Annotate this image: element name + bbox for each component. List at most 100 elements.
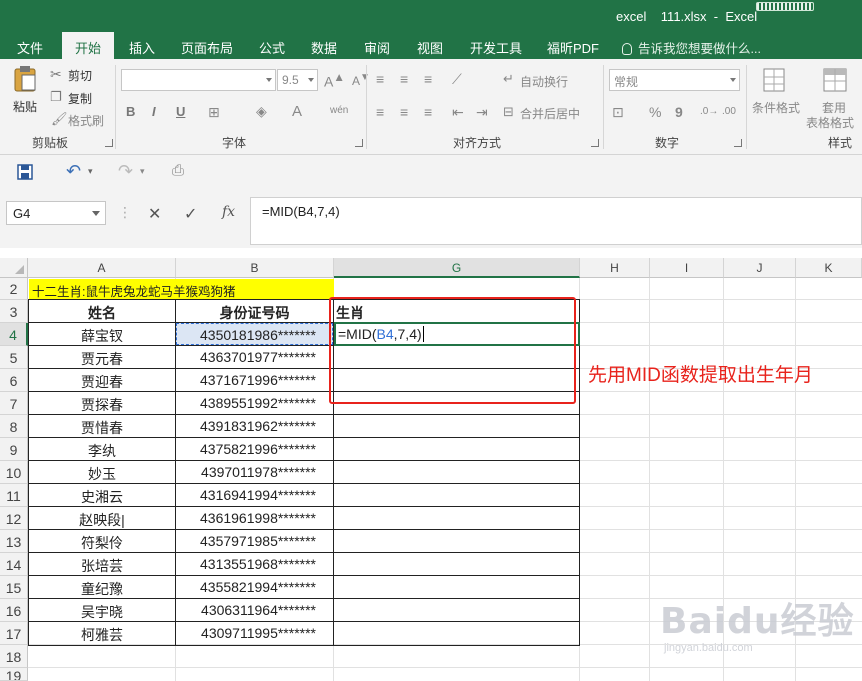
id-cell[interactable]: 4371671996******* xyxy=(176,369,333,391)
increase-decimal-icon[interactable]: .0→ xyxy=(700,106,718,117)
header-name[interactable]: 姓名 xyxy=(29,300,175,322)
undo-icon[interactable]: ↶ xyxy=(66,161,81,182)
row-header[interactable]: 13 xyxy=(0,530,28,553)
select-all-button[interactable] xyxy=(0,258,28,278)
column-header-h[interactable]: H xyxy=(580,258,650,278)
decrease-decimal-icon[interactable]: .00 xyxy=(722,106,736,117)
formula-input[interactable]: =MID(B4,7,4) xyxy=(250,197,862,245)
id-cell[interactable]: 4306311964******* xyxy=(176,599,333,621)
row-header[interactable]: 5 xyxy=(0,346,28,369)
row-header[interactable]: 4 xyxy=(0,323,28,346)
id-cell[interactable]: 4313551968******* xyxy=(176,553,333,575)
name-cell[interactable]: 吴宇晓 xyxy=(29,599,175,621)
fill-color-icon[interactable]: ◈ xyxy=(256,103,267,120)
align-left-icon[interactable]: ≡ xyxy=(376,104,384,120)
name-cell[interactable]: 贾迎春 xyxy=(29,369,175,391)
align-middle-icon[interactable]: ≡ xyxy=(400,71,408,87)
percent-button[interactable]: % xyxy=(649,104,661,120)
tell-me-box[interactable]: 告诉我您想要做什么... xyxy=(622,38,761,57)
tab-insert[interactable]: 插入 xyxy=(129,38,155,57)
alignment-launcher-icon[interactable] xyxy=(591,139,599,147)
name-cell[interactable]: 薛宝钗 xyxy=(29,323,175,345)
bold-button[interactable]: B xyxy=(126,104,135,119)
column-header-i[interactable]: I xyxy=(650,258,724,278)
row-header[interactable]: 17 xyxy=(0,622,28,645)
redo-icon[interactable]: ↷ xyxy=(118,161,133,182)
row-header[interactable]: 6 xyxy=(0,369,28,392)
number-launcher-icon[interactable] xyxy=(734,139,742,147)
grow-font-icon[interactable]: A▲ xyxy=(324,71,345,90)
font-launcher-icon[interactable] xyxy=(355,139,363,147)
id-cell-referenced[interactable]: 4350181986******* xyxy=(176,323,333,345)
name-cell[interactable]: 赵映段| xyxy=(29,507,175,529)
row-header[interactable]: 11 xyxy=(0,484,28,507)
tab-page-layout[interactable]: 页面布局 xyxy=(181,38,233,57)
id-cell[interactable]: 4375821996******* xyxy=(176,438,333,460)
save-icon[interactable] xyxy=(17,164,33,180)
column-header-a[interactable]: A xyxy=(28,258,176,278)
row-header[interactable]: 7 xyxy=(0,392,28,415)
enter-icon[interactable]: ✓ xyxy=(184,204,197,224)
column-header-k[interactable]: K xyxy=(796,258,862,278)
name-box[interactable]: G4 xyxy=(6,201,106,225)
insert-function-icon[interactable]: fx xyxy=(222,204,235,220)
phonetic-guide-icon[interactable]: wén xyxy=(330,105,348,116)
font-size-combo[interactable]: 9.5 xyxy=(277,69,318,91)
orientation-icon[interactable]: ⟋ xyxy=(452,71,462,88)
id-cell[interactable]: 4309711995******* xyxy=(176,622,333,644)
tab-review[interactable]: 审阅 xyxy=(364,38,390,57)
row-header[interactable]: 14 xyxy=(0,553,28,576)
currency-icon[interactable]: ⊡ xyxy=(612,104,624,121)
row-header[interactable]: 2 xyxy=(0,278,28,300)
row-header[interactable]: 12 xyxy=(0,507,28,530)
tab-formulas[interactable]: 公式 xyxy=(259,38,285,57)
cancel-icon[interactable]: ✕ xyxy=(148,204,161,224)
align-bottom-icon[interactable]: ≡ xyxy=(424,71,432,87)
name-cell[interactable]: 符梨伶 xyxy=(29,530,175,552)
id-cell[interactable]: 4391831962******* xyxy=(176,415,333,437)
id-cell[interactable]: 4389551992******* xyxy=(176,392,333,414)
name-cell[interactable]: 贾元春 xyxy=(29,346,175,368)
row-header[interactable]: 10 xyxy=(0,461,28,484)
name-cell[interactable]: 史湘云 xyxy=(29,484,175,506)
tab-file[interactable]: 文件 xyxy=(17,38,43,57)
zodiac-banner-cell[interactable]: 十二生肖:鼠牛虎兔龙蛇马羊猴鸡狗猪 xyxy=(29,279,334,299)
row-header[interactable]: 19 xyxy=(0,668,28,681)
clipboard-launcher-icon[interactable] xyxy=(105,139,113,147)
row-header[interactable]: 9 xyxy=(0,438,28,461)
font-name-combo[interactable] xyxy=(121,69,276,91)
align-top-icon[interactable]: ≡ xyxy=(376,71,384,87)
id-cell[interactable]: 4397011978******* xyxy=(176,461,333,483)
row-header[interactable]: 15 xyxy=(0,576,28,599)
tab-data[interactable]: 数据 xyxy=(311,38,337,57)
column-header-g[interactable]: G xyxy=(334,258,580,278)
id-cell[interactable]: 4316941994******* xyxy=(176,484,333,506)
id-cell[interactable]: 4355821994******* xyxy=(176,576,333,598)
row-header[interactable]: 16 xyxy=(0,599,28,622)
undo-dropdown-icon[interactable]: ▾ xyxy=(88,166,93,177)
tab-developer[interactable]: 开发工具 xyxy=(470,38,522,57)
id-cell[interactable]: 4361961998******* xyxy=(176,507,333,529)
name-cell[interactable]: 贾探春 xyxy=(29,392,175,414)
column-header-b[interactable]: B xyxy=(176,258,334,278)
tab-foxit-pdf[interactable]: 福昕PDF xyxy=(547,38,599,57)
number-format-combo[interactable]: 常规 xyxy=(609,69,740,91)
name-cell[interactable]: 李纨 xyxy=(29,438,175,460)
shrink-font-icon[interactable]: A▼ xyxy=(352,72,370,88)
redo-dropdown-icon[interactable]: ▾ xyxy=(140,166,145,177)
name-cell[interactable]: 贾惜春 xyxy=(29,415,175,437)
name-cell[interactable]: 童纪豫 xyxy=(29,576,175,598)
comma-style-button[interactable]: 9 xyxy=(675,104,683,120)
more-options-icon[interactable]: ⋮ xyxy=(118,204,132,221)
header-id[interactable]: 身份证号码 xyxy=(176,300,333,322)
id-cell[interactable]: 4357971985******* xyxy=(176,530,333,552)
align-center-icon[interactable]: ≡ xyxy=(400,104,408,120)
italic-button[interactable]: I xyxy=(152,104,156,119)
name-cell[interactable]: 张培芸 xyxy=(29,553,175,575)
underline-button[interactable]: U xyxy=(176,104,185,119)
font-color-icon[interactable]: A xyxy=(292,103,302,120)
tab-home[interactable]: 开始 xyxy=(62,32,115,59)
align-right-icon[interactable]: ≡ xyxy=(424,104,432,120)
row-header[interactable]: 3 xyxy=(0,300,28,323)
column-header-j[interactable]: J xyxy=(724,258,796,278)
